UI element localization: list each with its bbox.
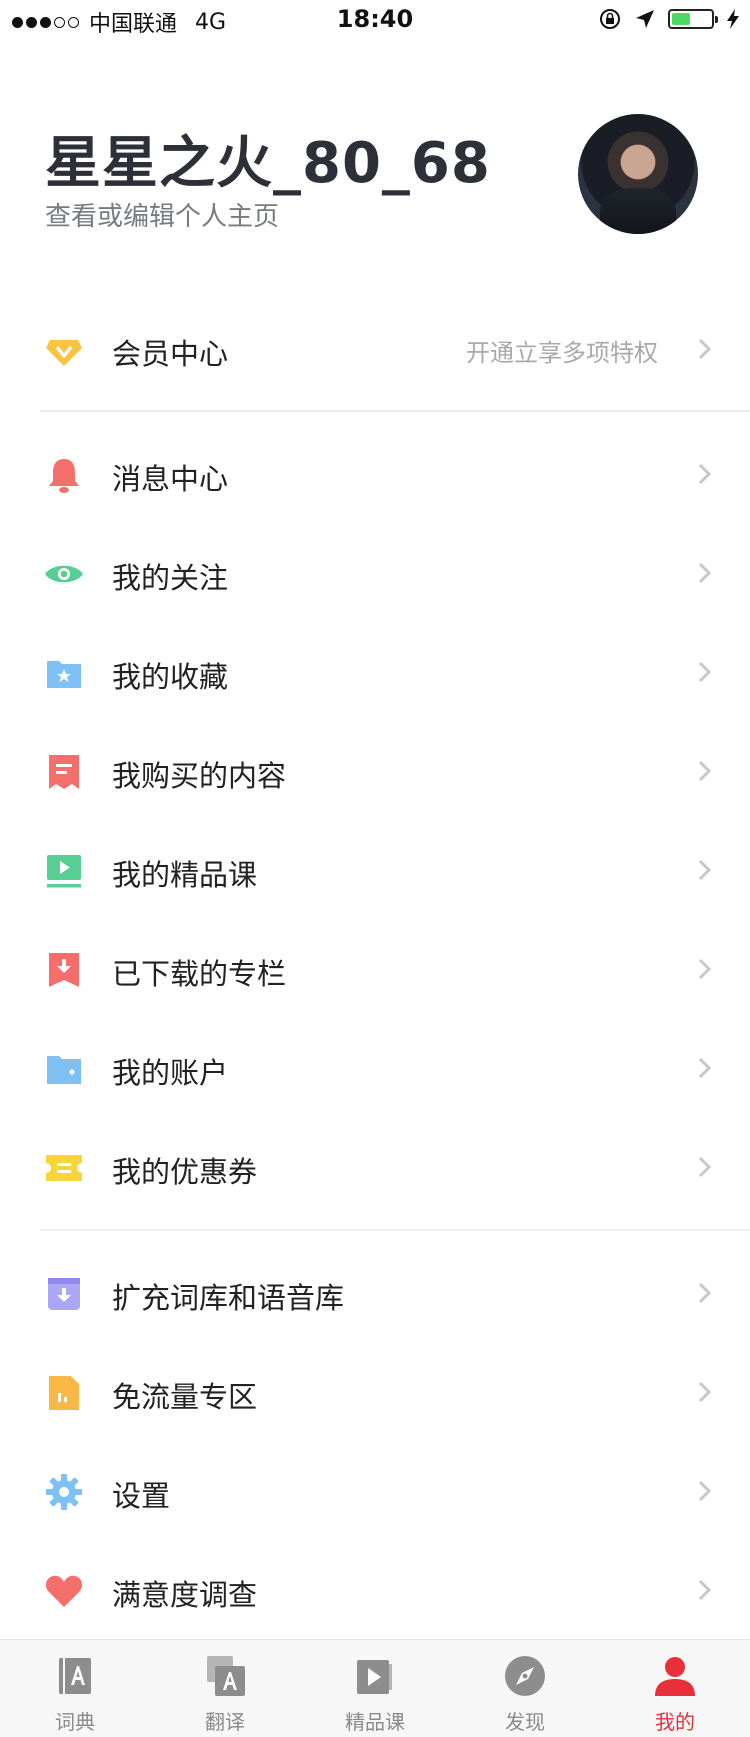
menu-label: 我购买的内容 bbox=[112, 759, 287, 793]
chevron-right-icon bbox=[698, 1057, 712, 1079]
menu-label: 已下载的专栏 bbox=[112, 957, 287, 991]
menu-item-purchased[interactable]: 我购买的内容 bbox=[0, 722, 750, 821]
charging-bolt-icon bbox=[727, 9, 739, 29]
menu-item-vip-center[interactable]: 会员中心 开通立享多项特权 bbox=[0, 300, 750, 399]
video-play-icon bbox=[47, 855, 81, 888]
tab-label: 发现 bbox=[505, 1710, 545, 1734]
coupon-icon bbox=[46, 1155, 82, 1181]
menu-label: 我的关注 bbox=[112, 561, 229, 595]
bell-icon bbox=[49, 459, 79, 493]
chevron-right-icon bbox=[698, 463, 712, 485]
menu-label: 我的精品课 bbox=[112, 858, 258, 892]
menu-item-satisfaction-survey[interactable]: 满意度调查 bbox=[0, 1541, 750, 1640]
bottom-tab-bar: 词典 翻译 精品课 发现 我的 bbox=[0, 1639, 750, 1737]
tab-label: 词典 bbox=[55, 1710, 95, 1734]
menu-item-expand-library[interactable]: 扩充词库和语音库 bbox=[0, 1244, 750, 1343]
chevron-right-icon bbox=[698, 1579, 712, 1601]
avatar[interactable] bbox=[578, 114, 698, 234]
menu-label: 会员中心 bbox=[112, 337, 229, 371]
course-play-icon bbox=[357, 1660, 392, 1694]
download-bookmark-icon bbox=[49, 953, 79, 987]
location-arrow-icon bbox=[636, 10, 654, 28]
profile-header[interactable]: 星星之火_80_68 查看或编辑个人主页 bbox=[0, 100, 750, 250]
tab-label: 翻译 bbox=[205, 1710, 245, 1734]
battery-icon bbox=[668, 9, 718, 29]
tab-courses[interactable]: 精品课 bbox=[300, 1640, 450, 1737]
menu-label: 满意度调查 bbox=[112, 1578, 258, 1612]
tab-label: 精品课 bbox=[345, 1710, 405, 1734]
menu-label: 扩充词库和语音库 bbox=[112, 1281, 345, 1315]
menu-item-following[interactable]: 我的关注 bbox=[0, 524, 750, 623]
vip-diamond-icon bbox=[46, 340, 82, 366]
profile-page: 中国联通 4G 18:40 星星之火_80_68 查看或编辑个人主页 会员中心 … bbox=[0, 0, 750, 1737]
status-right bbox=[598, 7, 740, 31]
chevron-right-icon bbox=[698, 859, 712, 881]
eye-icon bbox=[45, 565, 83, 583]
tab-discover[interactable]: 发现 bbox=[450, 1640, 600, 1737]
menu-item-data-free-zone[interactable]: 免流量专区 bbox=[0, 1343, 750, 1442]
menu-label: 我的账户 bbox=[112, 1056, 229, 1090]
status-bar: 中国联通 4G 18:40 bbox=[0, 0, 750, 40]
menu-item-messages[interactable]: 消息中心 bbox=[0, 425, 750, 524]
chevron-right-icon bbox=[698, 1480, 712, 1502]
menu-item-favorites[interactable]: 我的收藏 bbox=[0, 623, 750, 722]
data-free-icon bbox=[49, 1376, 79, 1410]
translate-icon bbox=[207, 1656, 245, 1696]
chevron-right-icon bbox=[698, 1156, 712, 1178]
chevron-right-icon bbox=[698, 1381, 712, 1403]
compass-icon bbox=[505, 1656, 545, 1696]
dictionary-icon bbox=[59, 1658, 91, 1694]
edit-profile-link[interactable]: 查看或编辑个人主页 bbox=[45, 196, 279, 233]
chevron-right-icon bbox=[698, 760, 712, 782]
menu-label: 设置 bbox=[112, 1479, 171, 1513]
menu-item-my-account[interactable]: 我的账户 bbox=[0, 1019, 750, 1118]
rotation-lock-icon bbox=[600, 9, 620, 29]
receipt-icon bbox=[49, 755, 79, 789]
menu-label: 我的优惠券 bbox=[112, 1155, 258, 1189]
menu-label: 免流量专区 bbox=[112, 1380, 258, 1414]
tab-translate[interactable]: 翻译 bbox=[150, 1640, 300, 1737]
menu-item-coupons[interactable]: 我的优惠券 bbox=[0, 1118, 750, 1217]
menu-label: 我的收藏 bbox=[112, 660, 229, 694]
divider bbox=[40, 1229, 750, 1231]
divider bbox=[40, 410, 750, 412]
tab-label: 我的 bbox=[655, 1710, 695, 1734]
menu-label: 消息中心 bbox=[112, 462, 229, 496]
menu-item-my-courses[interactable]: 我的精品课 bbox=[0, 821, 750, 920]
username: 星星之火_80_68 bbox=[45, 131, 491, 196]
gear-icon bbox=[46, 1474, 82, 1510]
tab-dictionary[interactable]: 词典 bbox=[0, 1640, 150, 1737]
chevron-right-icon bbox=[698, 562, 712, 584]
chevron-right-icon bbox=[698, 1282, 712, 1304]
heart-icon bbox=[45, 1575, 83, 1607]
star-folder-icon bbox=[47, 661, 81, 688]
chevron-right-icon bbox=[698, 958, 712, 980]
wallet-icon bbox=[47, 1056, 81, 1084]
chevron-right-icon bbox=[698, 661, 712, 683]
vip-promo-text: 开通立享多项特权 bbox=[466, 339, 658, 367]
menu-item-downloaded-columns[interactable]: 已下载的专栏 bbox=[0, 920, 750, 1019]
tab-me[interactable]: 我的 bbox=[600, 1640, 750, 1737]
menu-item-settings[interactable]: 设置 bbox=[0, 1442, 750, 1541]
chevron-right-icon bbox=[698, 338, 712, 360]
person-icon bbox=[655, 1657, 695, 1696]
download-box-icon bbox=[48, 1278, 80, 1310]
